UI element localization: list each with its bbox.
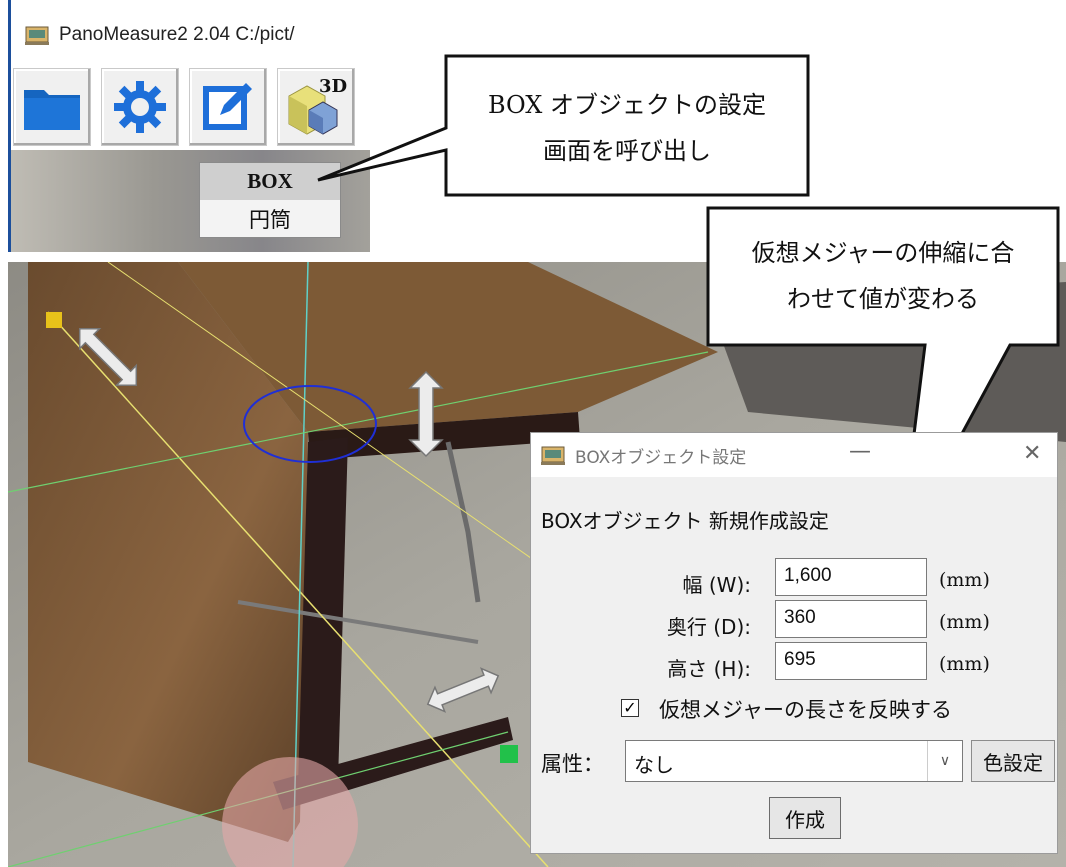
attribute-label: 属性：: [541, 752, 604, 776]
app-icon: [541, 446, 565, 465]
close-button[interactable]: ✕: [1023, 441, 1041, 466]
height-unit: (mm): [939, 653, 990, 675]
dialog-title: BOXオブジェクト設定: [575, 448, 747, 468]
chevron-down-icon[interactable]: ∨: [927, 741, 962, 781]
depth-label: 奥行 (D):: [666, 615, 751, 639]
callout-line: わせて値が変わる: [787, 285, 979, 313]
depth-unit: (mm): [939, 611, 990, 633]
dialog-title-bar[interactable]: BOXオブジェクト設定 — ✕: [531, 433, 1057, 477]
dialog-heading: BOXオブジェクト 新規作成設定: [541, 509, 829, 533]
width-input[interactable]: 1,600: [775, 558, 927, 596]
height-label: 高さ (H):: [667, 657, 751, 681]
callout-box-settings-text: BOX オブジェクトの設定 画面を呼び出し: [448, 82, 806, 174]
callout-line: 仮想メジャーの伸縮に合: [751, 239, 1015, 267]
box-object-dialog: BOXオブジェクト設定 — ✕ BOXオブジェクト 新規作成設定 幅 (W): …: [530, 432, 1058, 854]
callout-line: BOX オブジェクトの設定: [487, 91, 767, 119]
create-button[interactable]: 作成: [769, 797, 841, 839]
height-input[interactable]: 695: [775, 642, 927, 680]
depth-input[interactable]: 360: [775, 600, 927, 638]
callout-line: 画面を呼び出し: [543, 137, 711, 165]
attribute-value: なし: [634, 753, 674, 777]
width-unit: (mm): [939, 569, 990, 591]
reflect-measure-checkbox[interactable]: ✓: [621, 699, 639, 717]
width-label: 幅 (W):: [682, 573, 751, 597]
callout-measure-note-text: 仮想メジャーの伸縮に合 わせて値が変わる: [710, 230, 1056, 322]
minimize-button[interactable]: —: [849, 439, 871, 464]
attribute-select[interactable]: なし ∨: [625, 740, 963, 782]
color-settings-button[interactable]: 色設定: [971, 740, 1055, 782]
reflect-measure-label: 仮想メジャーの長さを反映する: [659, 698, 952, 722]
